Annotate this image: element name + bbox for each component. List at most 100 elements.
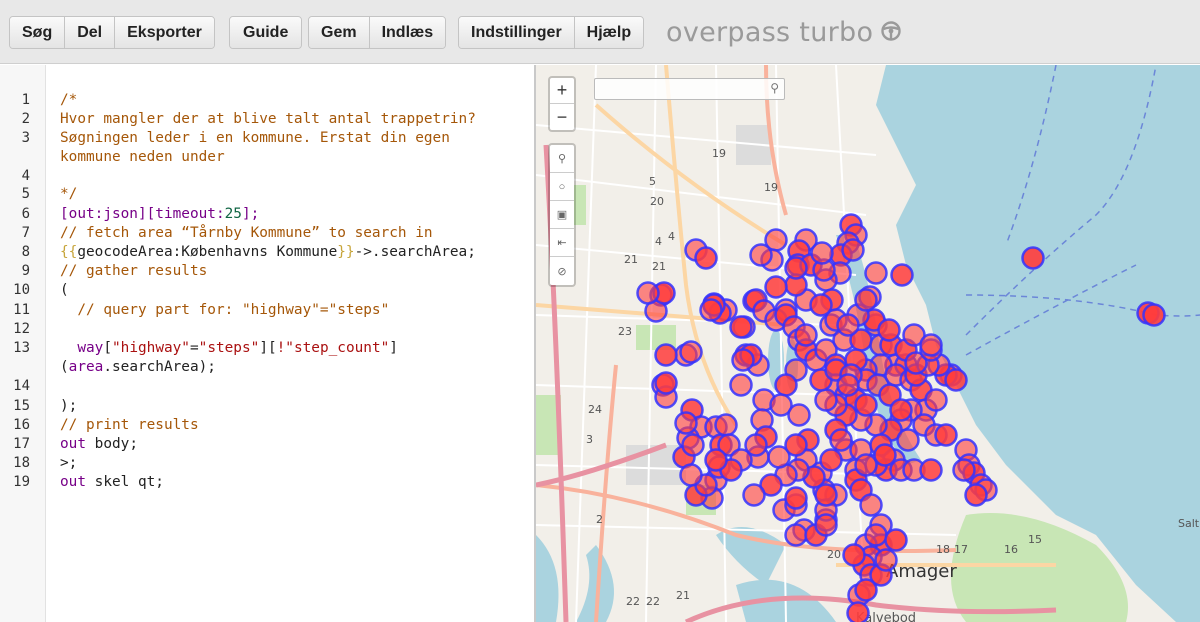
route-number-label: 23 <box>618 325 632 338</box>
search-icon[interactable]: ⚲ <box>550 145 574 173</box>
result-marker[interactable] <box>704 448 728 472</box>
code-token: ->.searchArea; <box>354 244 476 260</box>
map-search-box[interactable]: ⚲ <box>594 78 785 100</box>
image-icon[interactable]: ▣ <box>550 201 574 229</box>
code-token: ]; <box>241 206 260 222</box>
line-number: 6 <box>21 206 30 222</box>
result-marker[interactable] <box>964 483 988 507</box>
result-marker[interactable] <box>854 453 878 477</box>
fit-data-icon[interactable]: ⇤ <box>550 229 574 257</box>
result-marker[interactable] <box>854 393 878 417</box>
result-marker[interactable] <box>944 368 968 392</box>
result-marker[interactable] <box>654 371 678 395</box>
route-number-label: 22 <box>646 595 660 608</box>
code-token: [ <box>103 340 112 356</box>
result-marker[interactable] <box>636 281 660 305</box>
load-button[interactable]: Indlæs <box>369 17 446 48</box>
code-line-13: way["highway"="steps"][!"step_count"] <box>60 339 398 357</box>
result-marker[interactable] <box>787 403 811 427</box>
result-marker[interactable] <box>654 343 678 367</box>
result-marker[interactable] <box>794 323 818 347</box>
result-marker[interactable] <box>714 413 738 437</box>
result-marker[interactable] <box>784 486 808 510</box>
result-marker[interactable] <box>864 261 888 285</box>
result-marker[interactable] <box>764 275 788 299</box>
result-marker[interactable] <box>842 543 866 567</box>
settings-button[interactable]: Indstillinger <box>459 17 575 48</box>
export-button[interactable]: Eksporter <box>115 17 214 48</box>
code-token: way <box>60 340 104 356</box>
result-marker[interactable] <box>889 398 913 422</box>
save-button[interactable]: Gem <box>309 17 370 48</box>
code-token: out <box>60 436 86 452</box>
route-number-label: 20 <box>650 195 664 208</box>
result-marker[interactable] <box>877 318 901 342</box>
result-marker[interactable] <box>699 298 723 322</box>
result-marker[interactable] <box>873 443 897 467</box>
result-marker[interactable] <box>864 523 888 547</box>
locate-icon[interactable]: ○ <box>550 173 574 201</box>
result-marker[interactable] <box>841 238 865 262</box>
result-marker[interactable] <box>679 340 703 364</box>
line-number: 17 <box>13 436 30 452</box>
code-line-19: out skel qt; <box>60 473 164 491</box>
result-marker[interactable] <box>784 256 808 280</box>
result-marker[interactable] <box>744 433 768 457</box>
result-marker[interactable] <box>749 243 773 267</box>
share-button[interactable]: Del <box>65 17 116 48</box>
result-marker[interactable] <box>919 333 943 357</box>
zoom-in-button[interactable]: + <box>550 78 574 104</box>
code-token: area <box>68 359 104 375</box>
result-marker[interactable] <box>934 423 958 447</box>
result-marker[interactable] <box>774 373 798 397</box>
result-marker[interactable] <box>814 483 838 507</box>
result-marker[interactable] <box>814 388 838 412</box>
result-marker[interactable] <box>846 601 870 622</box>
result-marker[interactable] <box>924 388 948 412</box>
code-editor[interactable]: 1 2 3 4 5 6 7 8 9 10 11 12 13 14 15 16 17 18 19 /* Hvor ma… <box>0 65 534 622</box>
clear-icon[interactable]: ⊘ <box>550 257 574 285</box>
result-marker[interactable] <box>784 523 808 547</box>
result-marker[interactable] <box>784 433 808 457</box>
line-number: 15 <box>13 398 30 414</box>
result-marker[interactable] <box>694 246 718 270</box>
result-marker[interactable] <box>819 448 843 472</box>
result-marker[interactable] <box>884 528 908 552</box>
result-marker[interactable] <box>854 578 878 602</box>
result-marker[interactable] <box>674 411 698 435</box>
wizard-button[interactable]: Guide <box>230 17 302 48</box>
help-button[interactable]: Hjælp <box>574 17 644 48</box>
code-token: ][ <box>259 340 277 356</box>
code-line-3-wrap: kommune neden under <box>60 149 225 165</box>
map-search-input[interactable] <box>595 79 765 99</box>
result-marker[interactable] <box>729 373 753 397</box>
result-marker[interactable] <box>854 288 878 312</box>
result-marker[interactable] <box>681 433 705 457</box>
result-marker[interactable] <box>742 483 766 507</box>
map-view[interactable]: Amager Kalvebod Salt 19 19 5 4 20 21 21 23 24 3 2 1… <box>536 65 1200 622</box>
zoom-out-button[interactable]: − <box>550 104 574 130</box>
result-marker[interactable] <box>729 315 753 339</box>
result-marker[interactable] <box>679 463 703 487</box>
code-token: body; <box>86 436 138 452</box>
result-marker[interactable] <box>952 458 976 482</box>
map-canvas[interactable]: Amager Kalvebod Salt 1919542021212324321… <box>536 65 1200 622</box>
route-number-label: 19 <box>764 181 778 194</box>
result-marker[interactable] <box>1021 246 1045 270</box>
result-marker[interactable] <box>836 373 860 397</box>
result-marker[interactable] <box>809 293 833 317</box>
result-marker[interactable] <box>874 548 898 572</box>
result-marker[interactable] <box>814 513 838 537</box>
result-marker[interactable] <box>859 493 883 517</box>
result-marker[interactable] <box>836 313 860 337</box>
route-number-label: 17 <box>954 543 968 556</box>
result-marker[interactable] <box>731 348 755 372</box>
result-marker[interactable] <box>890 263 914 287</box>
app-brand: overpass turbo <box>666 17 901 48</box>
result-marker[interactable] <box>919 458 943 482</box>
result-marker[interactable] <box>1142 303 1166 327</box>
route-number-label: 22 <box>626 595 640 608</box>
result-marker[interactable] <box>829 428 853 452</box>
run-button[interactable]: Søg <box>10 17 66 48</box>
result-marker[interactable] <box>810 241 834 265</box>
